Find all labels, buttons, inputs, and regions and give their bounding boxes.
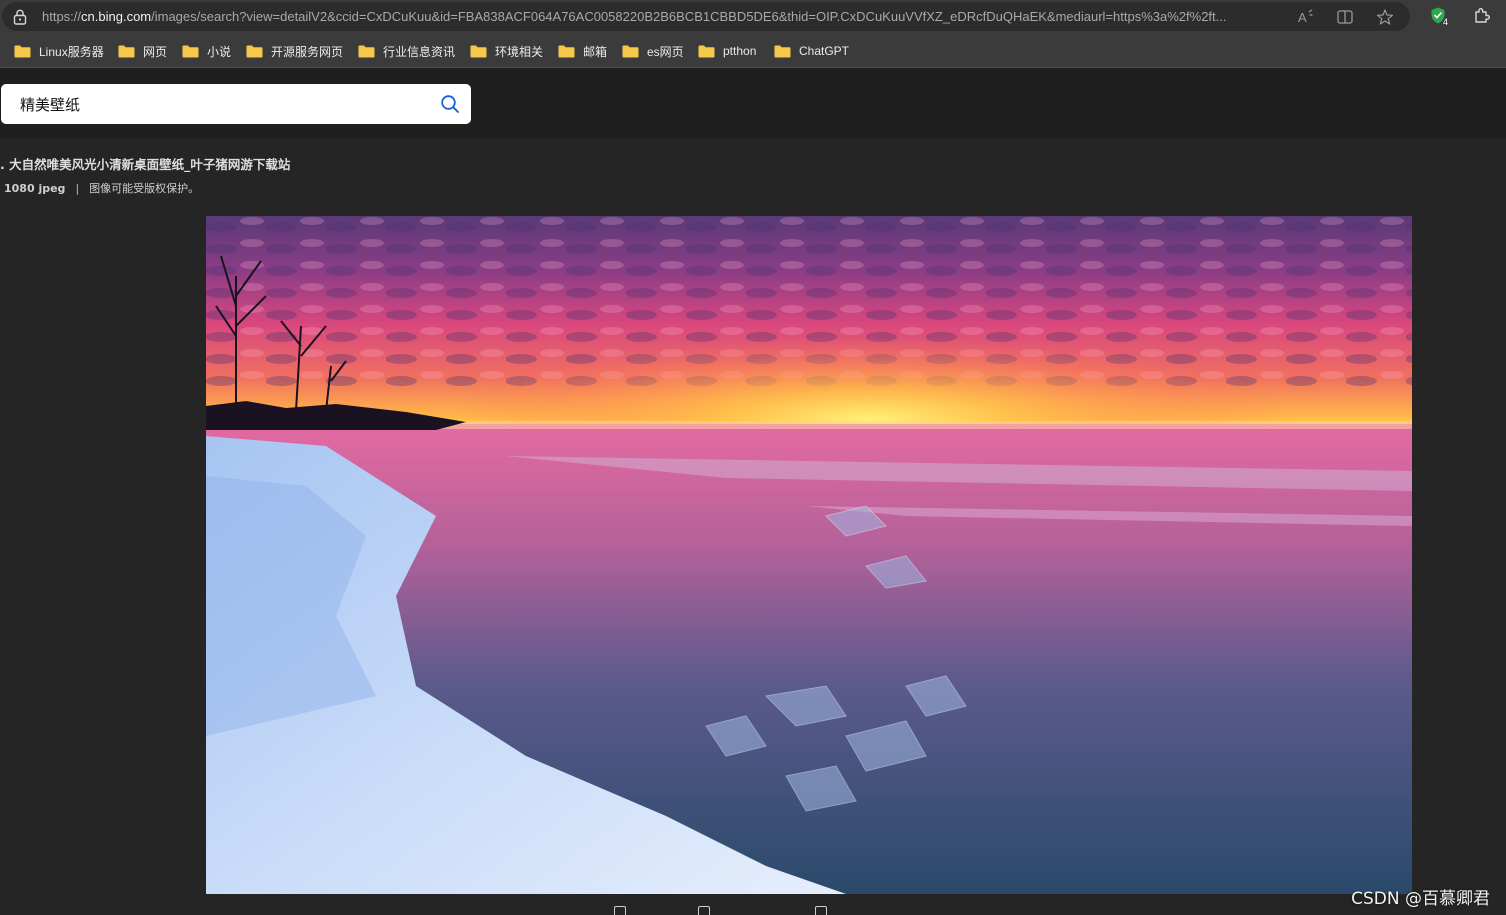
save-icon (614, 906, 626, 915)
bookmark-webpages[interactable]: 网页 (118, 41, 167, 61)
image-title[interactable]: . 大自然唯美风光小清新桌面壁纸_叶子猪网游下载站 (0, 154, 290, 173)
bookmark-label: es网页 (647, 44, 684, 59)
folder-icon (14, 45, 31, 57)
bookmark-label: 开源服务网页 (271, 44, 344, 59)
read-aloud-icon[interactable]: A (1297, 8, 1315, 26)
search-inside-icon (815, 906, 827, 915)
search-box (1, 84, 471, 124)
bookmark-mail[interactable]: 邮箱 (558, 41, 607, 61)
favorite-star-icon[interactable] (1376, 8, 1394, 26)
image-action-toolbar (600, 906, 1040, 915)
sunset-frozen-lake-photo (206, 216, 1412, 894)
toolbar-item-1[interactable] (614, 906, 634, 915)
folder-icon (358, 45, 375, 57)
folder-icon (470, 45, 487, 57)
bookmark-novels[interactable]: 小说 (182, 41, 231, 61)
bookmark-label: 网页 (143, 44, 168, 59)
search-input[interactable] (20, 93, 420, 115)
bookmark-chatgpt[interactable]: ChatGPT (774, 41, 849, 61)
main-image[interactable] (206, 216, 1412, 894)
svg-text:A: A (1298, 10, 1307, 25)
search-icon[interactable] (440, 94, 460, 114)
folder-icon (558, 45, 575, 57)
extensions-puzzle-icon[interactable] (1472, 6, 1492, 26)
browser-toolbar: https://cn.bing.com/images/search?view=d… (0, 0, 1506, 34)
image-meta: 1080 jpeg | 图像可能受版权保护。 (4, 180, 199, 196)
bookmark-label: ChatGPT (799, 44, 850, 58)
url-path: /images/search?view=detailV2&ccid=CxDCuK… (151, 9, 1227, 24)
bookmark-open-source[interactable]: 开源服务网页 (246, 41, 343, 61)
bookmarks-bar: Linux服务器 网页 小说 开源服务网页 行业信息资讯 环境相关 邮箱 es网… (0, 34, 1506, 68)
address-bar[interactable]: https://cn.bing.com/images/search?view=d… (2, 2, 1410, 31)
bookmark-label: 行业信息资讯 (383, 44, 456, 59)
bookmark-label: 小说 (207, 44, 232, 59)
bookmark-label: Linux服务器 (39, 44, 104, 59)
folder-icon (246, 45, 263, 57)
folder-icon (698, 45, 715, 57)
lock-icon[interactable] (13, 9, 27, 25)
csdn-watermark: CSDN @百慕卿君 (1351, 889, 1490, 909)
url-prefix: https:// (42, 9, 82, 24)
bookmark-label: 邮箱 (583, 44, 608, 59)
folder-icon (622, 45, 639, 57)
bookmark-es[interactable]: es网页 (622, 41, 684, 61)
toolbar-item-2[interactable] (698, 906, 718, 915)
url-host: cn.bing.com (81, 9, 152, 24)
folder-icon (182, 45, 199, 57)
image-resolution: 1080 jpeg (4, 182, 66, 195)
url-text[interactable]: https://cn.bing.com/images/search?view=d… (42, 9, 1292, 24)
split-screen-icon[interactable] (1336, 8, 1354, 26)
folder-icon (774, 45, 791, 57)
bookmark-linux[interactable]: Linux服务器 (14, 41, 104, 61)
toolbar-item-3[interactable] (815, 906, 835, 915)
bookmark-ptthon[interactable]: ptthon (698, 41, 756, 61)
bing-header (0, 68, 1506, 138)
visit-page-icon (698, 906, 710, 915)
bookmark-environment[interactable]: 环境相关 (470, 41, 543, 61)
copyright-notice: 图像可能受版权保护。 (89, 182, 200, 195)
extension-badge-count: 4 (1443, 17, 1449, 27)
bookmark-label: ptthon (723, 44, 757, 58)
folder-icon (118, 45, 135, 57)
bookmark-label: 环境相关 (495, 44, 544, 59)
meta-separator: | (75, 182, 80, 195)
bookmark-industry-news[interactable]: 行业信息资讯 (358, 41, 455, 61)
